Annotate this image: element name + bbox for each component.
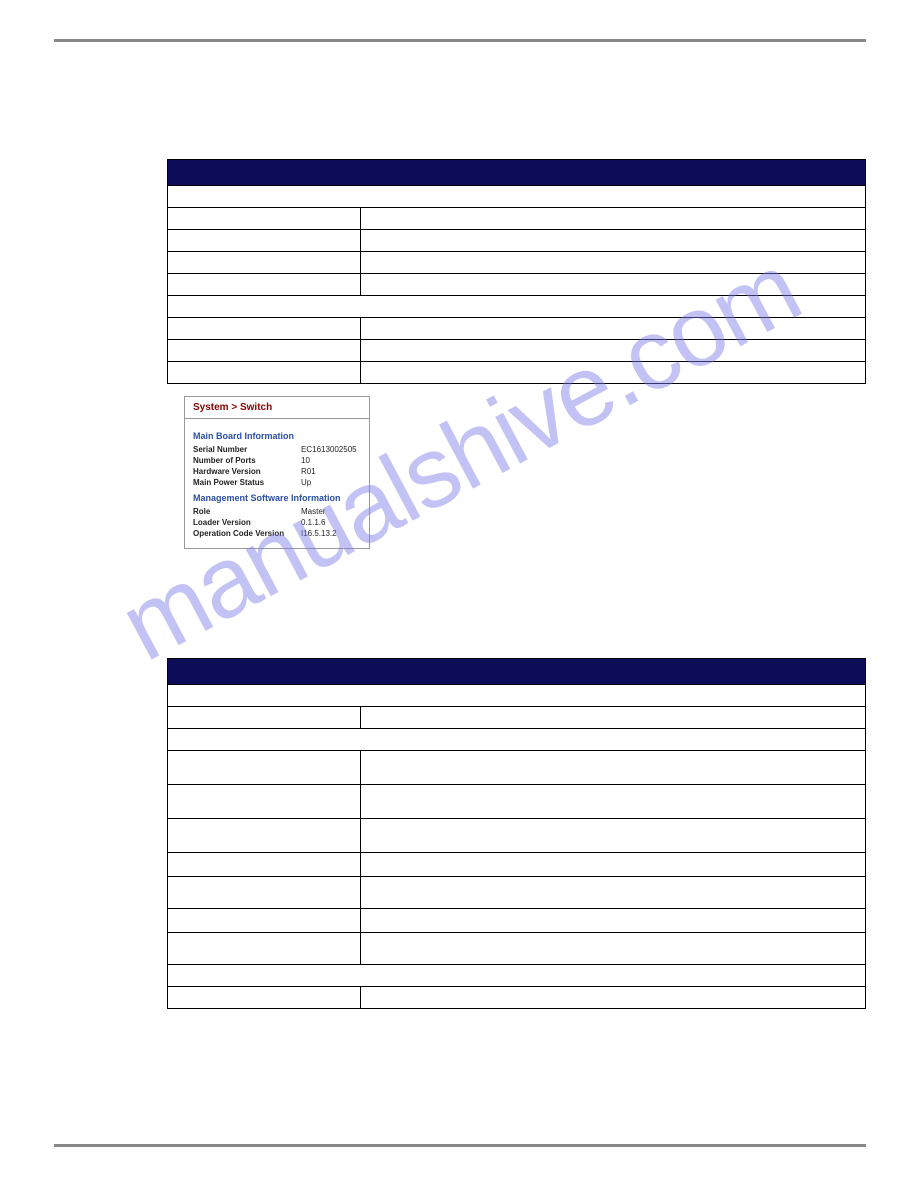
- figure-body: Main Board Information Serial Number EC1…: [185, 419, 369, 548]
- info-value: EC1613002505: [301, 445, 357, 454]
- table-header: [168, 659, 866, 685]
- info-label: Loader Version: [193, 518, 301, 527]
- table-row: [168, 685, 866, 707]
- info-label: Main Power Status: [193, 478, 301, 487]
- info-row: Operation Code Version I16.5.13.2: [193, 529, 361, 538]
- info-value: R01: [301, 467, 316, 476]
- table-row: [168, 340, 866, 362]
- section-mgmt-software: Management Software Information: [193, 493, 361, 503]
- info-row: Role Master: [193, 507, 361, 516]
- table-row: [168, 296, 866, 318]
- info-row: Number of Ports 10: [193, 456, 361, 465]
- table-row: [168, 909, 866, 933]
- info-value: 10: [301, 456, 310, 465]
- section-main-board: Main Board Information: [193, 431, 361, 441]
- table-row: [168, 965, 866, 987]
- info-value: 0.1.1.6: [301, 518, 325, 527]
- table-row: [168, 987, 866, 1009]
- info-label: Hardware Version: [193, 467, 301, 476]
- info-value: Master: [301, 507, 325, 516]
- table-row: [168, 785, 866, 819]
- info-label: Operation Code Version: [193, 529, 301, 538]
- top-rule: [54, 39, 866, 42]
- table-row: [168, 853, 866, 877]
- info-row: Main Power Status Up: [193, 478, 361, 487]
- table-row: [168, 729, 866, 751]
- table-row: [168, 252, 866, 274]
- table-row: [168, 318, 866, 340]
- table-header: [168, 160, 866, 186]
- table-hardware-version: [167, 658, 866, 1009]
- table-row: [168, 186, 866, 208]
- table-row: [168, 933, 866, 965]
- info-value: I16.5.13.2: [301, 529, 337, 538]
- table-row: [168, 230, 866, 252]
- info-value: Up: [301, 478, 311, 487]
- table-row: [168, 208, 866, 230]
- table-row: [168, 274, 866, 296]
- info-row: Loader Version 0.1.1.6: [193, 518, 361, 527]
- info-row: Hardware Version R01: [193, 467, 361, 476]
- info-label: Role: [193, 507, 301, 516]
- table-row: [168, 362, 866, 384]
- table-row: [168, 751, 866, 785]
- table-row: [168, 707, 866, 729]
- info-row: Serial Number EC1613002505: [193, 445, 361, 454]
- bottom-rule: [54, 1144, 866, 1147]
- info-label: Number of Ports: [193, 456, 301, 465]
- table-row: [168, 819, 866, 853]
- info-label: Serial Number: [193, 445, 301, 454]
- figure-breadcrumb: System > Switch: [185, 397, 369, 419]
- table-switch-info: [167, 159, 866, 384]
- figure-switch-panel: System > Switch Main Board Information S…: [184, 396, 370, 549]
- table-row: [168, 877, 866, 909]
